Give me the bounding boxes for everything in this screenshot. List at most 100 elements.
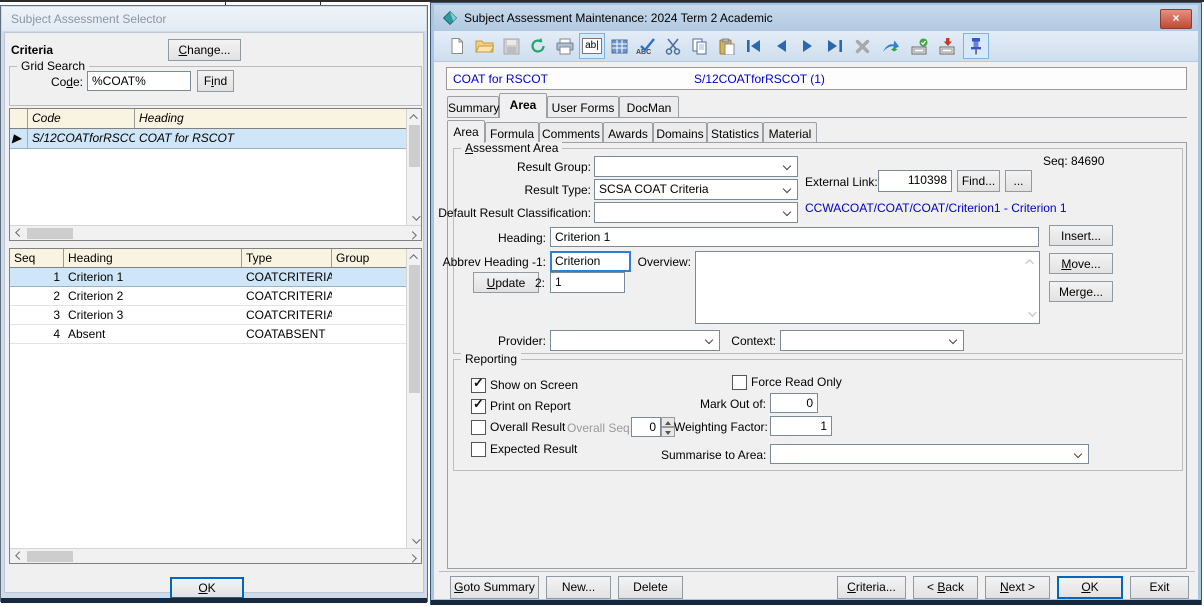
update-button[interactable]: Update <box>473 272 539 293</box>
spell-check-icon[interactable]: ABC <box>633 33 659 59</box>
result-group-dropdown[interactable] <box>594 156 798 177</box>
result-type-dropdown[interactable]: SCSA COAT Criteria <box>594 179 798 200</box>
cell-type[interactable]: COATCRITERIA <box>242 287 332 305</box>
scroll-down-arrow[interactable] <box>407 210 422 225</box>
cell-heading[interactable]: Absent <box>64 325 242 343</box>
cell-group[interactable] <box>332 306 406 324</box>
edit-field-icon[interactable]: ab| <box>579 33 605 59</box>
back-button[interactable]: < Back <box>913 576 978 599</box>
spin-down-button[interactable] <box>661 427 675 437</box>
cell-heading[interactable]: Criterion 1 <box>64 268 242 286</box>
move-button[interactable]: Move... <box>1049 253 1113 274</box>
scroll-down-arrow[interactable] <box>407 533 422 548</box>
cell-type[interactable]: COATCRITERIA <box>242 306 332 324</box>
cell-seq[interactable]: 2 <box>10 287 64 305</box>
window-titlebar[interactable]: Subject Assessment Selector <box>2 7 426 31</box>
column-header-heading[interactable]: Heading <box>135 109 406 128</box>
code-input[interactable]: %COAT% <box>87 71 191 91</box>
criteria-button[interactable]: Criteria... <box>837 576 906 599</box>
cell-group[interactable] <box>332 325 406 343</box>
subtab-area[interactable]: Area <box>447 120 485 143</box>
table-row[interactable]: 1 Criterion 1 COATCRITERIA <box>10 268 406 287</box>
delete-record-icon[interactable] <box>849 33 875 59</box>
cell-group[interactable] <box>332 287 406 305</box>
expected-result-checkbox[interactable]: Expected Result <box>471 442 577 456</box>
next-record-icon[interactable] <box>795 33 821 59</box>
external-link-find-button[interactable]: Find... <box>957 170 1000 192</box>
check-out-icon[interactable] <box>935 33 961 59</box>
external-link-more-button[interactable]: ... <box>1005 170 1032 192</box>
merge-button[interactable]: Merge... <box>1049 281 1113 302</box>
cell-seq[interactable]: 1 <box>10 268 64 286</box>
overview-scroll-down[interactable] <box>1023 306 1038 321</box>
subtab-comments[interactable]: Comments <box>539 122 603 143</box>
scroll-right-arrow[interactable] <box>406 226 421 241</box>
summarise-to-area-dropdown[interactable] <box>770 444 1089 464</box>
copy-icon[interactable] <box>687 33 713 59</box>
table-row[interactable]: 2 Criterion 2 COATCRITERIA <box>10 287 406 306</box>
areas-grid-header[interactable]: Seq Heading Type Group <box>10 249 406 268</box>
horizontal-scrollbar[interactable] <box>10 548 421 563</box>
subtab-material[interactable]: Material <box>763 122 817 143</box>
find-button[interactable]: Find <box>197 70 234 92</box>
default-result-classification-dropdown[interactable] <box>594 202 798 223</box>
cell-heading[interactable]: Criterion 2 <box>64 287 242 305</box>
tab-docman[interactable]: DocMan <box>619 96 679 117</box>
last-record-icon[interactable] <box>822 33 848 59</box>
subtab-domains[interactable]: Domains <box>653 122 707 143</box>
paste-icon[interactable] <box>714 33 740 59</box>
save-icon[interactable] <box>498 33 524 59</box>
results-grid-header[interactable]: Code Heading <box>10 109 406 129</box>
cell-type[interactable]: COATCRITERIA <box>242 268 332 286</box>
subtab-statistics[interactable]: Statistics <box>707 122 763 143</box>
open-folder-icon[interactable] <box>471 33 497 59</box>
scroll-right-arrow[interactable] <box>406 549 421 564</box>
external-link-input[interactable]: 110398 <box>878 170 952 192</box>
new-button[interactable]: New... <box>546 576 611 599</box>
scroll-up-arrow[interactable] <box>407 109 422 124</box>
scrollbar-thumb[interactable] <box>27 228 73 239</box>
force-read-only-checkbox[interactable]: Force Read Only <box>732 375 842 389</box>
cell-heading[interactable]: COAT for RSCOT <box>135 129 406 148</box>
refresh-icon[interactable] <box>525 33 551 59</box>
cell-heading[interactable]: Criterion 3 <box>64 306 242 324</box>
data-grid-icon[interactable] <box>606 33 632 59</box>
ok-button[interactable]: OK <box>170 577 244 599</box>
cell-group[interactable] <box>332 268 406 286</box>
vertical-scrollbar[interactable] <box>406 109 421 225</box>
column-header-code[interactable]: Code <box>28 109 135 128</box>
mark-out-of-input[interactable]: 0 <box>770 393 818 413</box>
goto-link-icon[interactable] <box>878 33 904 59</box>
table-row[interactable]: 4 Absent COATABSENT <box>10 325 406 344</box>
change-button[interactable]: Change... <box>168 39 241 61</box>
abbrev-heading-1-input[interactable]: Criterion <box>550 251 631 272</box>
new-document-icon[interactable] <box>444 33 470 59</box>
insert-button[interactable]: Insert... <box>1049 225 1113 246</box>
print-icon[interactable] <box>552 33 578 59</box>
next-button[interactable]: Next > <box>985 576 1050 599</box>
provider-dropdown[interactable] <box>550 330 720 351</box>
context-dropdown[interactable] <box>780 330 964 351</box>
previous-record-icon[interactable] <box>768 33 794 59</box>
delete-button[interactable]: Delete <box>618 576 683 599</box>
heading-input[interactable]: Criterion 1 <box>550 227 1039 247</box>
overview-textarea[interactable] <box>695 251 1040 324</box>
overall-seq-input[interactable]: 0 <box>631 417 661 437</box>
exit-button[interactable]: Exit <box>1130 576 1189 599</box>
external-link-text[interactable]: CCWACOAT/COAT/COAT/Criterion1 - Criterio… <box>805 201 1067 215</box>
column-header-heading[interactable]: Heading <box>64 249 242 267</box>
vertical-scrollbar[interactable] <box>406 249 421 548</box>
scroll-left-arrow[interactable] <box>10 226 25 241</box>
cell-seq[interactable]: 3 <box>10 306 64 324</box>
scroll-up-arrow[interactable] <box>407 249 422 264</box>
window-titlebar[interactable]: Subject Assessment Maintenance: 2024 Ter… <box>434 5 1198 31</box>
column-header-seq[interactable]: Seq <box>10 249 64 267</box>
scrollbar-thumb[interactable] <box>409 265 420 393</box>
scrollbar-thumb[interactable] <box>27 551 73 562</box>
subtab-awards[interactable]: Awards <box>603 122 653 143</box>
first-record-icon[interactable] <box>741 33 767 59</box>
cell-seq[interactable]: 4 <box>10 325 64 343</box>
goto-summary-button[interactable]: Goto Summary <box>450 576 539 599</box>
tab-user-forms[interactable]: User Forms <box>547 96 619 117</box>
show-on-screen-checkbox[interactable]: Show on Screen <box>471 378 578 392</box>
